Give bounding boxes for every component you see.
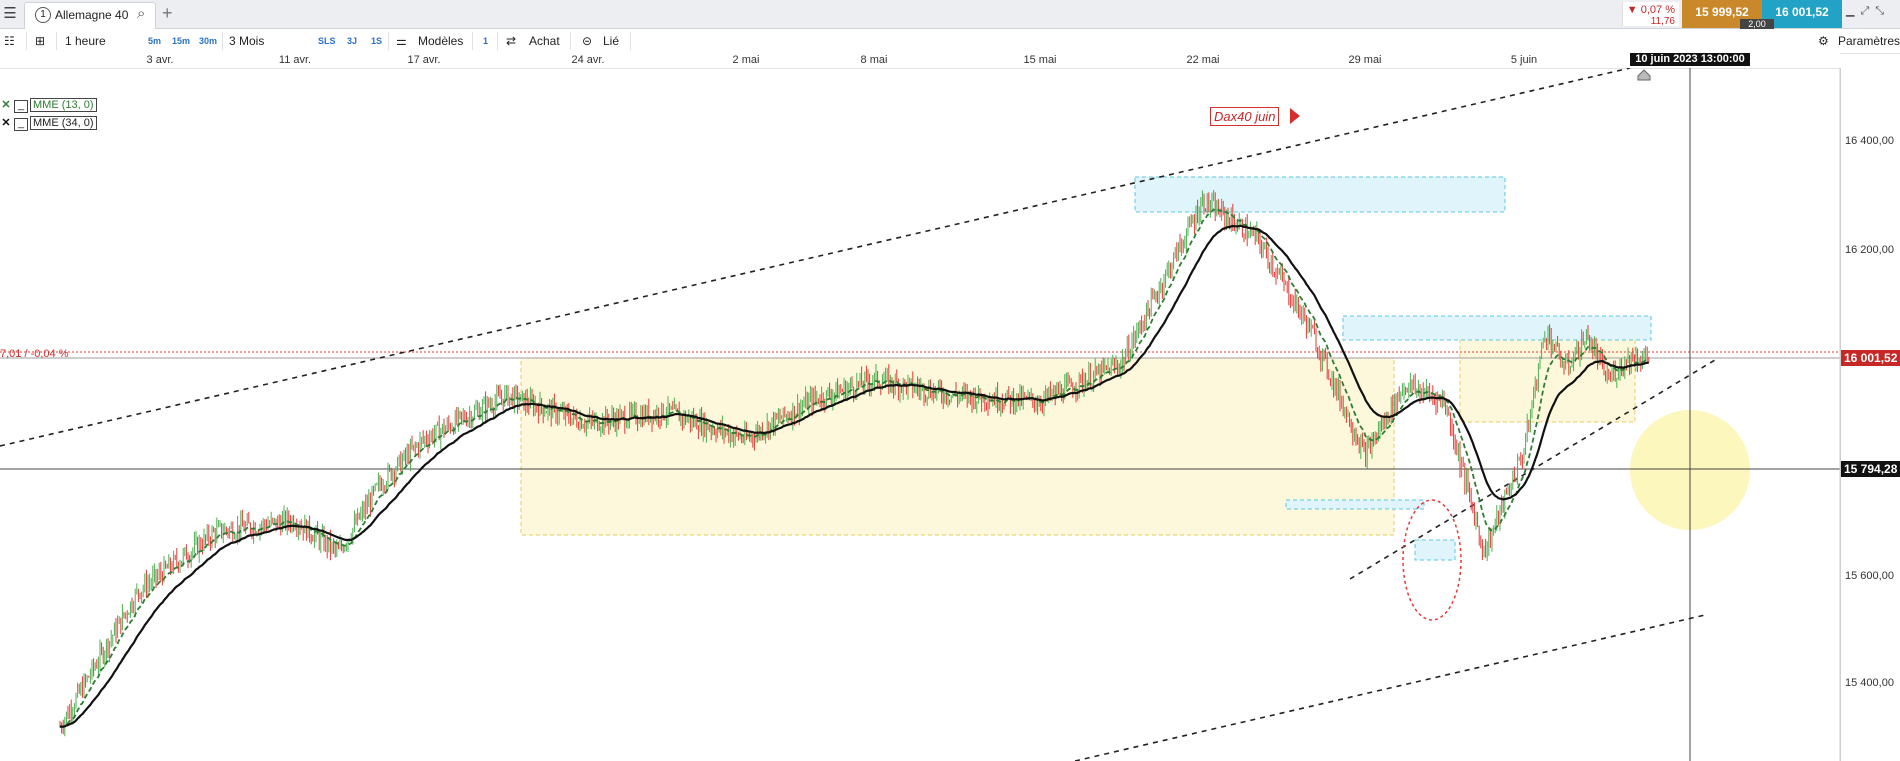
tab-number-badge: 1 [35,7,51,23]
settings-button[interactable]: Paramètres [1838,34,1900,48]
settings-icon[interactable]: ⚙ [1818,34,1829,48]
cursor-price-badge: 15 794,28 [1841,461,1900,477]
layout-one-button[interactable]: 1 [483,36,488,46]
price-axis: 16 400,00 16 200,00 15 600,00 15 400,00 … [1840,68,1900,761]
date-label: 17 avr. [407,54,441,66]
supply-zone [1342,315,1652,341]
interval-15m[interactable]: 15m [172,36,190,46]
price-change-label: 7,01 / -0,04 % [0,348,69,360]
date-label: 22 mai [1186,54,1220,66]
time-cursor-icon[interactable] [1637,69,1651,81]
period-sls[interactable]: SLS [318,36,336,46]
date-label: 29 mai [1348,54,1382,66]
demand-zone [1414,539,1456,561]
date-label: 5 juin [1510,54,1538,66]
consolidation-zone [520,357,1395,536]
legend-label: MME (34, 0) [30,116,97,130]
date-label: 15 mai [1023,54,1057,66]
demand-zone [1285,499,1425,510]
minimize-icon[interactable]: ▁ [1846,5,1860,17]
price-label: 16 400,00 [1845,135,1894,147]
maximize-icon[interactable]: ⤡ [1875,5,1890,17]
period-1s[interactable]: 1S [371,36,382,46]
add-tab-icon[interactable]: + [162,3,173,24]
window-controls: ▁⤢⤡ [1846,4,1900,18]
indicator-toggle-icon[interactable]: _ [14,100,28,113]
price-label: 15 400,00 [1845,677,1894,689]
date-label: 24 avr. [571,54,605,66]
linked-button[interactable]: Lié [603,34,619,48]
period-select[interactable]: 3 Mois [229,34,264,48]
bid-price: 15 999,52 [1695,5,1749,19]
price-label: 15 600,00 [1845,570,1894,582]
tab-allemagne-40[interactable]: 1 Allemagne 40 ⌕ [24,2,156,29]
spread-value: 2,00 [1740,19,1774,29]
legend-label: MME (13, 0) [30,98,97,112]
models-button[interactable]: Modèles [418,34,463,48]
date-label: 3 avr. [146,54,174,66]
date-label: 11 avr. [278,54,312,66]
price-label: 16 200,00 [1845,244,1894,256]
layout-grid-icon[interactable]: ⊞ [35,34,45,48]
supply-zone [1134,176,1506,213]
indicator-toggle-icon[interactable]: _ [14,118,28,131]
chart-toolbar: ☷ ⊞ 1 heure 5m 15m 30m 3 Mois SLS 3J 1S … [0,29,1900,54]
annotation-arrow-icon [1290,108,1300,124]
price-chart[interactable] [0,68,1840,761]
buy-icon[interactable]: ⇄ [506,34,516,48]
models-icon[interactable]: ⚌ [396,34,407,48]
list-icon[interactable]: ☷ [4,34,15,48]
remove-indicator-icon[interactable]: ✕ [0,116,12,130]
buy-price-button[interactable]: 16 001,52 [1762,0,1842,28]
cursor-date-badge: 10 juin 2023 13:00:00 [1630,53,1750,66]
buy-button[interactable]: Achat [529,34,560,48]
detach-icon[interactable]: ⤢ [1860,5,1875,17]
date-label: 2 mai [732,54,760,66]
date-axis: 3 avr. 11 avr. 17 avr. 24 avr. 2 mai 8 m… [0,53,1840,69]
quote-change: ▼ 0,07 % 11,76 [1622,2,1679,27]
trendline-lower[interactable] [1074,614,1706,761]
change-percent: ▼ 0,07 % [1626,4,1675,16]
current-price-badge: 16 001,52 [1841,350,1900,366]
search-icon[interactable]: ⌕ [137,5,145,22]
legend-ema-13[interactable]: ✕ _ MME (13, 0) [0,98,97,113]
interval-select[interactable]: 1 heure [65,34,106,48]
period-3j[interactable]: 3J [347,36,357,46]
legend-ema-34[interactable]: ✕ _ MME (34, 0) [0,116,97,131]
tab-title: Allemagne 40 [55,8,129,22]
interval-5m[interactable]: 5m [148,36,161,46]
remove-indicator-icon[interactable]: ✕ [0,98,12,112]
change-points: 11,76 [1650,16,1675,27]
ask-price: 16 001,52 [1775,5,1829,19]
interval-30m[interactable]: 30m [199,36,217,46]
link-icon[interactable]: ⊝ [582,34,592,48]
chart-annotation[interactable]: Dax40 juin [1210,107,1280,126]
date-label: 8 mai [860,54,888,66]
hamburger-menu-icon[interactable]: ☰ [0,0,20,28]
tab-bar: ☰ 1 Allemagne 40 ⌕ + ▼ 0,07 % 11,76 15 9… [0,0,1900,29]
